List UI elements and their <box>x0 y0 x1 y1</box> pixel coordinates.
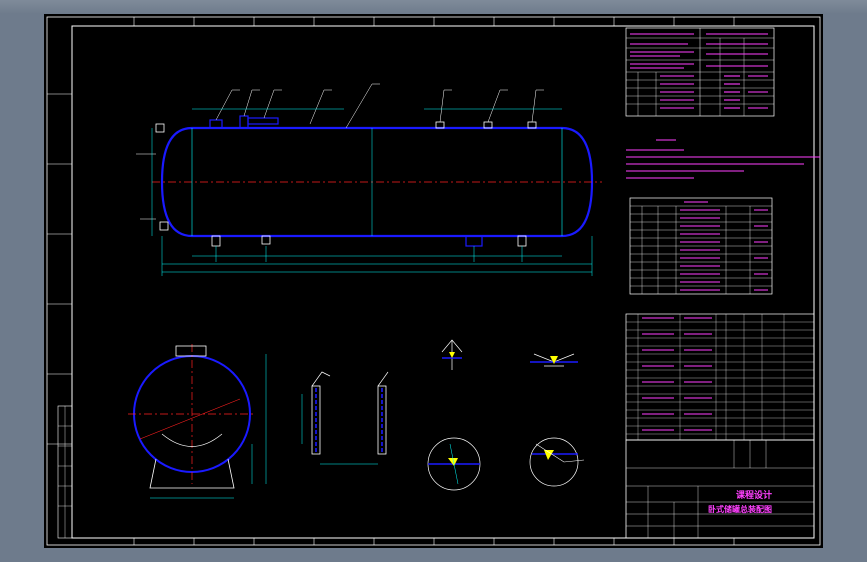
design-label: 课程设计 <box>736 491 773 501</box>
tables <box>57 27 820 539</box>
window-top-strip <box>0 0 867 14</box>
cad-drawing-canvas[interactable]: 课程设计 卧式储罐总装配图 <box>44 14 823 548</box>
drawing-svg <box>46 16 821 546</box>
vessel-main-view <box>136 83 602 276</box>
drawing-title: 卧式储罐总装配图 <box>708 505 772 514</box>
vessel-end-view <box>128 344 267 499</box>
weld-details <box>427 339 585 491</box>
support-detail <box>301 371 389 465</box>
